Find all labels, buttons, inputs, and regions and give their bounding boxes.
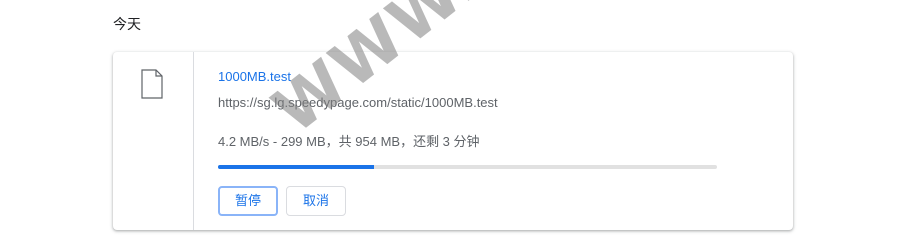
download-details: 1000MB.test https://sg.lg.speedypage.com…	[218, 52, 793, 230]
date-section-title: 今天	[113, 16, 141, 32]
file-name-link[interactable]: 1000MB.test	[218, 69, 291, 84]
download-progress-bar	[218, 165, 717, 169]
download-progress-fill	[218, 165, 375, 169]
pause-button[interactable]: 暂停	[218, 186, 278, 216]
file-url: https://sg.lg.speedypage.com/static/1000…	[218, 95, 498, 110]
download-status: 4.2 MB/s - 299 MB，共 954 MB，还剩 3 分钟	[218, 134, 480, 149]
downloads-page: 今天 1000MB.test https://sg.lg.speedypage.…	[0, 0, 914, 241]
cancel-button[interactable]: 取消	[286, 186, 346, 216]
download-icon-column	[113, 52, 194, 230]
download-card: 1000MB.test https://sg.lg.speedypage.com…	[113, 52, 793, 230]
file-icon	[141, 69, 163, 99]
